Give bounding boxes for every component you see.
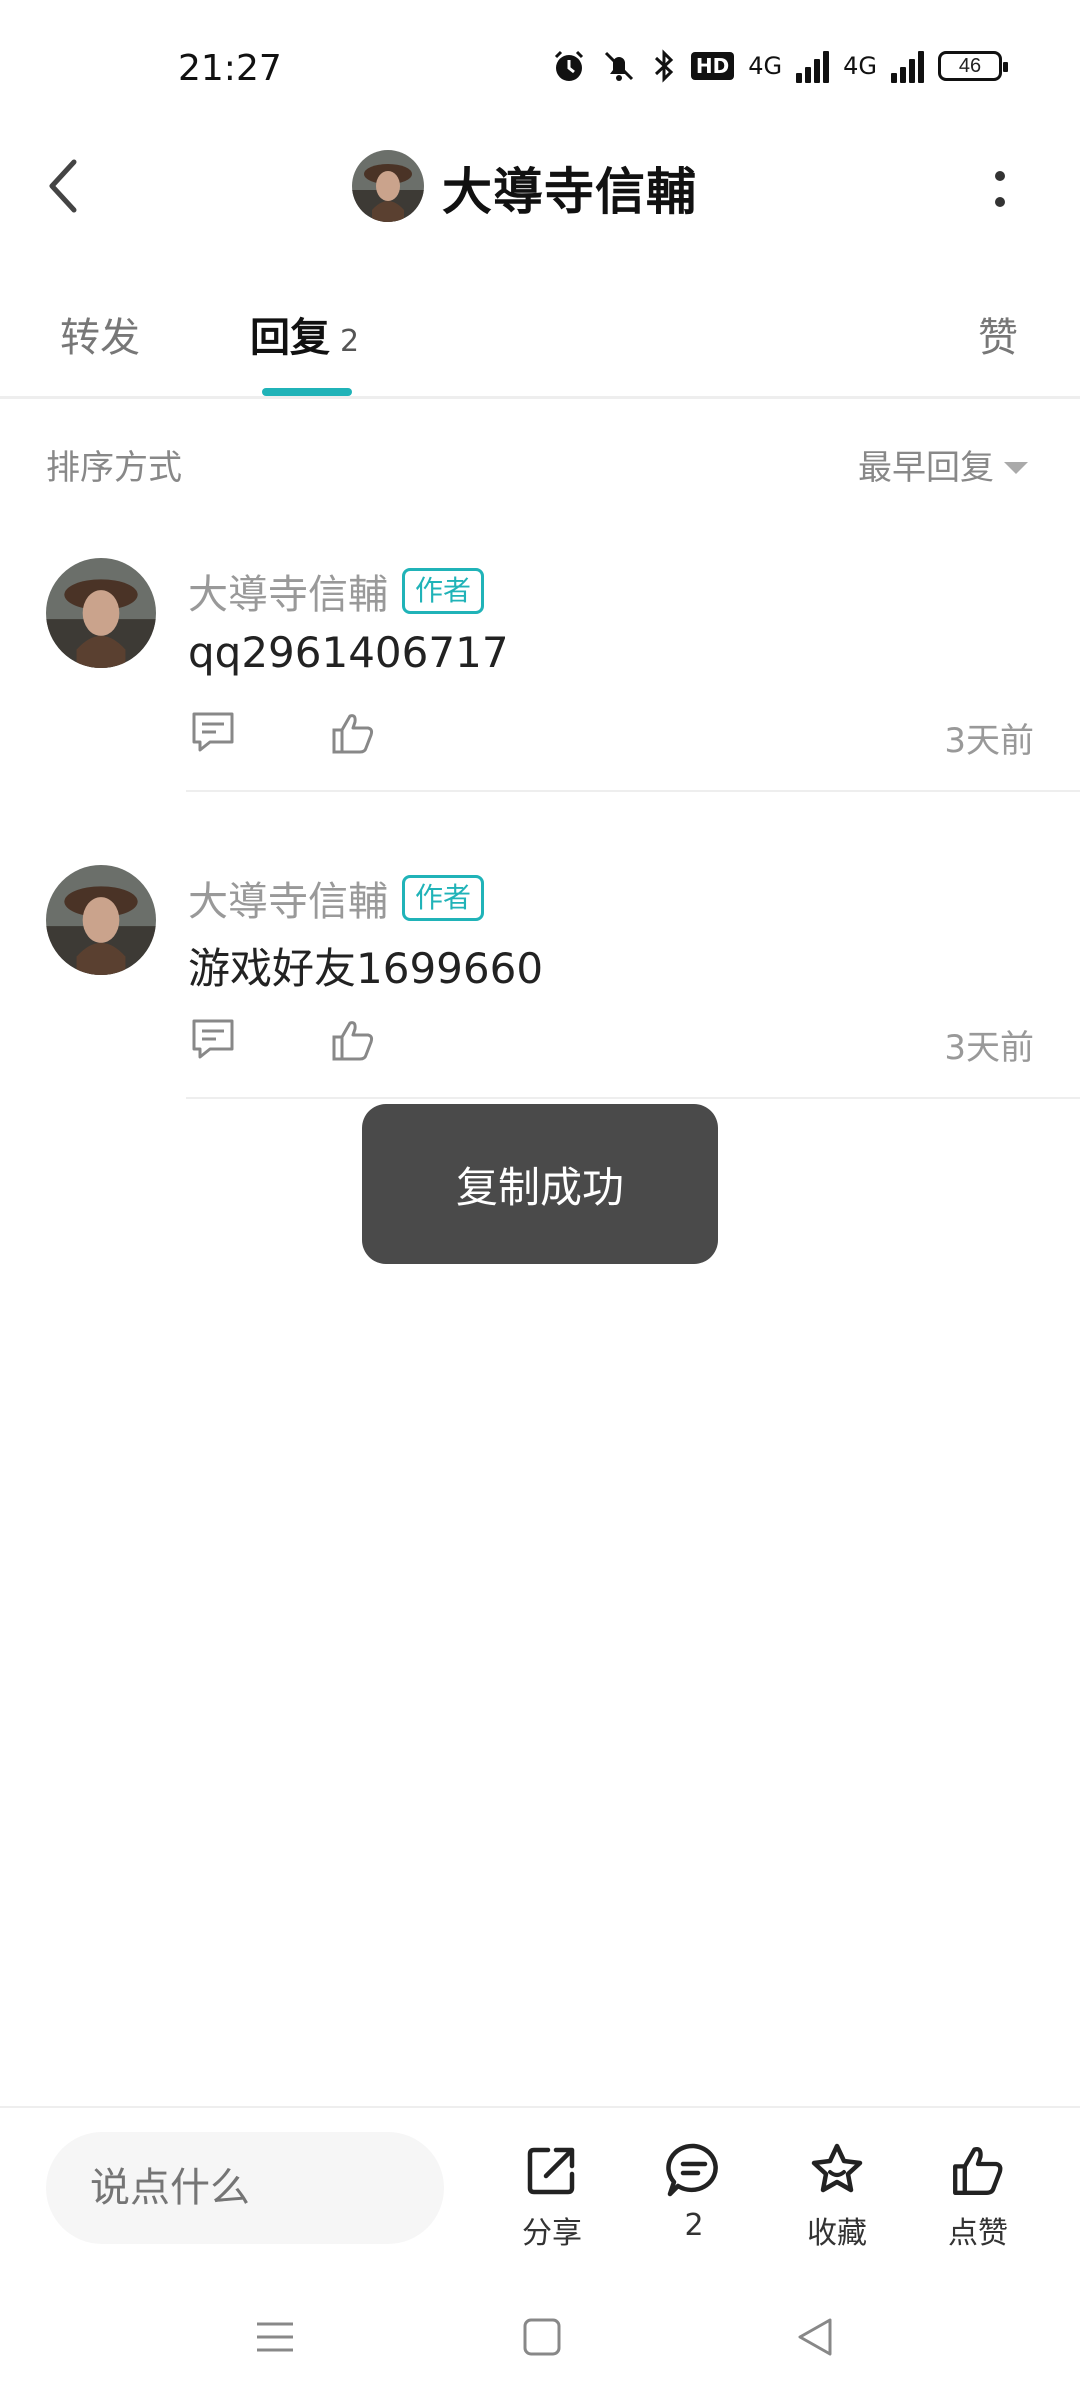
share-label: 分享 <box>522 2216 582 2251</box>
more-vertical-icon <box>995 171 1005 207</box>
thumbs-up-icon[interactable] <box>328 708 378 758</box>
avatar[interactable] <box>352 150 424 222</box>
divider <box>186 1097 1080 1099</box>
divider <box>0 396 1080 399</box>
reply-actions <box>188 1015 378 1065</box>
comment-button[interactable]: 2 <box>634 2140 754 2243</box>
comment-icon[interactable] <box>188 708 238 758</box>
mute-icon <box>604 51 633 81</box>
avatar[interactable] <box>46 865 156 975</box>
status-time: 21:27 <box>178 48 282 89</box>
reply-header: 大導寺信輔 作者 <box>188 562 485 620</box>
sort-label: 排序方式 <box>46 448 182 488</box>
reply-content[interactable]: 游戏好友1699660 <box>188 935 543 996</box>
tab-forward[interactable]: 转发 <box>60 305 140 363</box>
reply-header: 大導寺信輔 作者 <box>188 869 485 927</box>
tab-reply[interactable]: 回复 2 <box>250 305 359 363</box>
reply-author[interactable]: 大導寺信輔 <box>188 562 388 620</box>
sort-selected: 最早回复 <box>858 448 994 488</box>
like-button[interactable]: 点赞 <box>918 2140 1038 2252</box>
like-label: 点赞 <box>948 2216 1008 2251</box>
network-type-2: 4G <box>843 52 877 80</box>
menu-icon[interactable] <box>245 2312 305 2362</box>
more-button[interactable] <box>980 160 1020 220</box>
comment-count: 2 <box>684 2208 704 2243</box>
reply-author[interactable]: 大導寺信輔 <box>188 869 388 927</box>
system-nav-bar <box>0 2272 1080 2400</box>
thumbs-up-icon <box>953 2146 1003 2195</box>
reply-content[interactable]: qq2961406717 <box>188 628 509 677</box>
tab-reply-label: 回复 <box>250 315 330 361</box>
reply-item[interactable]: 大導寺信輔 作者 qq2961406717 3天前 <box>0 558 1080 858</box>
battery-icon: 46 <box>938 51 1008 81</box>
back-button[interactable] <box>40 150 88 220</box>
reply-actions <box>188 708 378 758</box>
signal-icon <box>891 49 924 83</box>
comment-icon[interactable] <box>188 1015 238 1065</box>
status-icons: HD 4G 4G 46 <box>551 48 1008 84</box>
back-triangle-icon[interactable] <box>786 2312 846 2362</box>
divider <box>0 2106 1080 2108</box>
comment-input[interactable] <box>46 2132 444 2244</box>
tab-indicator <box>262 388 352 396</box>
toast-message: 复制成功 <box>455 1162 624 1212</box>
alarm-icon <box>554 50 583 81</box>
tab-reply-count: 2 <box>340 324 360 359</box>
author-badge: 作者 <box>402 875 485 921</box>
status-bar: 21:27 HD 4G 4G 46 <box>0 0 1080 130</box>
signal-icon <box>796 49 830 83</box>
share-icon <box>527 2147 575 2195</box>
page-title: 大導寺信輔 <box>442 163 697 221</box>
thumbs-up-icon[interactable] <box>328 1015 378 1065</box>
author-badge: 作者 <box>402 568 485 614</box>
reply-time: 3天前 <box>944 721 1034 761</box>
home-icon[interactable] <box>512 2312 572 2362</box>
network-type-1: 4G <box>748 52 783 80</box>
sort-dropdown[interactable]: 最早回复 <box>858 440 1028 489</box>
battery-level: 46 <box>958 54 982 77</box>
tab-like[interactable]: 赞 <box>978 305 1018 363</box>
favorite-button[interactable]: 收藏 <box>777 2140 897 2252</box>
reply-time: 3天前 <box>944 1028 1034 1068</box>
divider <box>186 790 1080 792</box>
hd-icon: HD <box>690 52 735 80</box>
chevron-left-icon <box>49 159 77 213</box>
star-icon <box>811 2143 863 2193</box>
caret-down-icon <box>1004 461 1028 474</box>
bluetooth-icon <box>654 49 674 83</box>
toast: 复制成功 <box>362 1104 718 1264</box>
share-button[interactable]: 分享 <box>492 2140 612 2252</box>
favorite-label: 收藏 <box>807 2216 867 2251</box>
avatar[interactable] <box>46 558 156 668</box>
comment-bubble-icon <box>666 2143 718 2197</box>
